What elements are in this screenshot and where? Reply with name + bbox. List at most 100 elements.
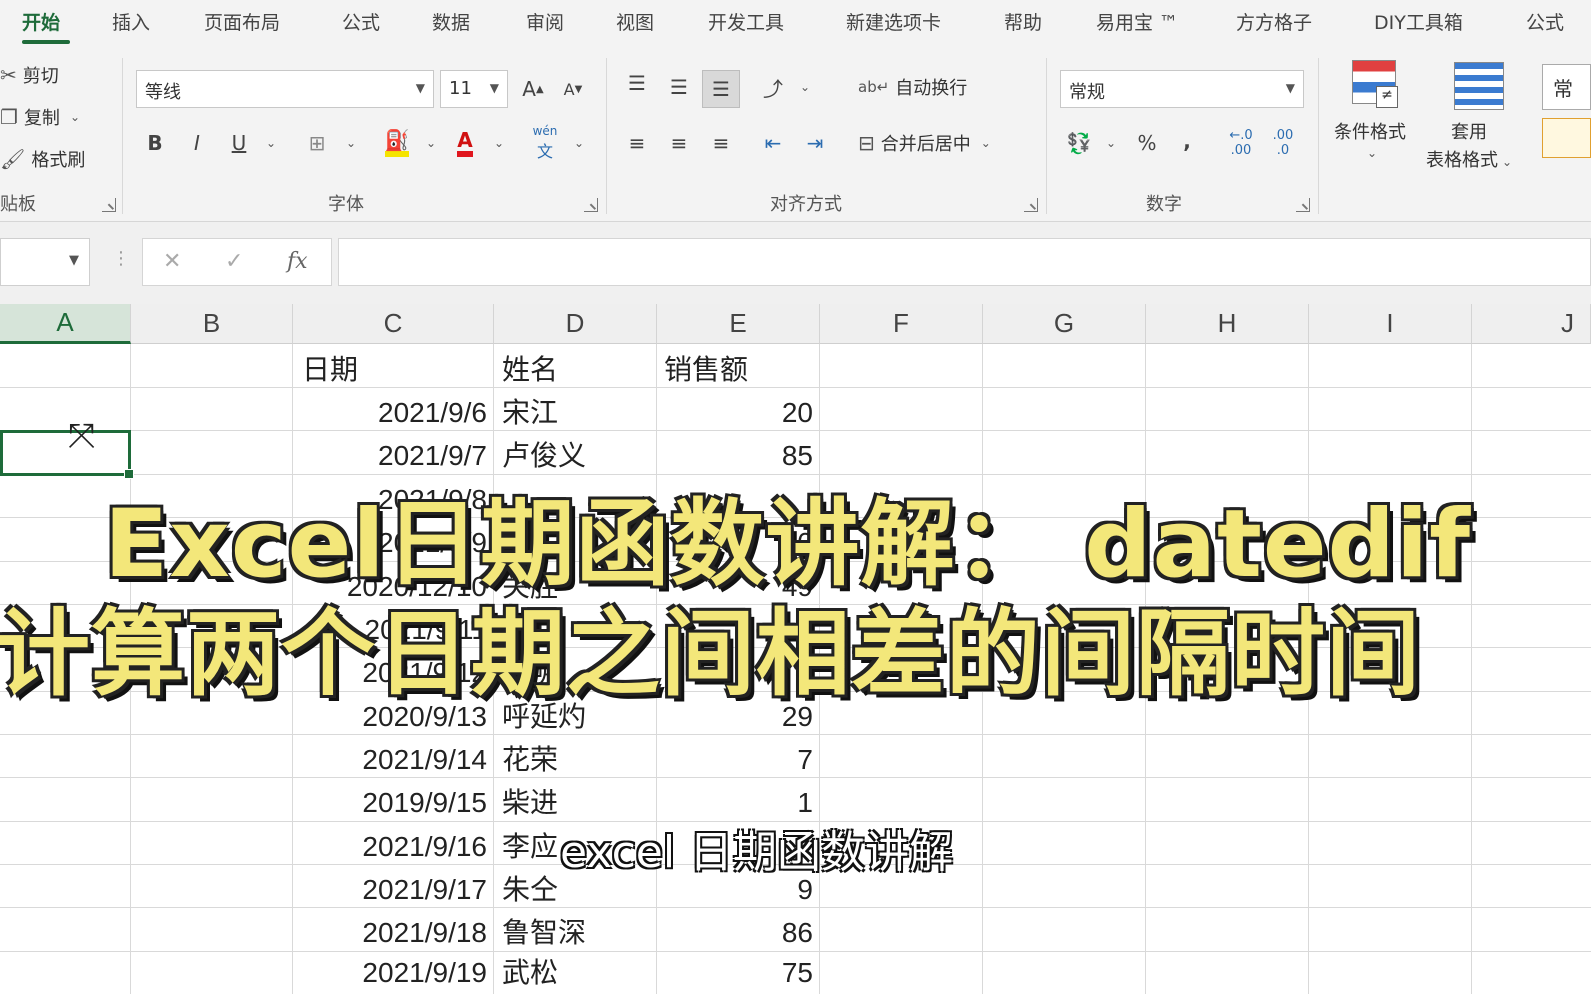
format-as-table-button[interactable]: 套用 表格格式 ⌄ bbox=[1426, 118, 1512, 172]
tab-review[interactable]: 审阅 bbox=[526, 8, 564, 35]
paint-bucket-icon: ⛽ bbox=[384, 129, 410, 157]
header-name[interactable]: 姓名 bbox=[502, 349, 558, 391]
column-header-i[interactable]: I bbox=[1309, 304, 1472, 344]
increase-font-size-button[interactable]: A ▲ bbox=[516, 72, 550, 106]
insert-function-icon[interactable]: fx bbox=[287, 249, 308, 274]
decrease-indent-button[interactable]: ⇤ bbox=[756, 126, 790, 160]
date-cell[interactable]: 2021/9/19 bbox=[293, 952, 487, 994]
tab-formulas-2[interactable]: 公式 bbox=[1526, 8, 1564, 35]
column-header-j[interactable]: J bbox=[1472, 304, 1591, 344]
name-cell[interactable]: 武松 bbox=[502, 952, 558, 994]
underline-button[interactable]: U bbox=[222, 126, 256, 160]
fill-color-button[interactable]: ⛽ bbox=[380, 126, 414, 160]
accounting-format-button[interactable]: 💱 bbox=[1062, 126, 1096, 160]
chevron-down-icon[interactable]: ⌄ bbox=[574, 136, 584, 150]
date-cell[interactable]: 2021/9/6 bbox=[293, 392, 487, 434]
date-cell[interactable]: 2021/9/14 bbox=[293, 739, 487, 781]
bold-button[interactable]: B bbox=[138, 126, 172, 160]
tab-insert[interactable]: 插入 bbox=[112, 8, 150, 35]
tab-view[interactable]: 视图 bbox=[616, 8, 654, 35]
chevron-down-icon: ⌄ bbox=[69, 110, 80, 124]
wrap-text-button[interactable]: ab↵ 自动换行 bbox=[858, 74, 967, 100]
font-color-button[interactable]: A bbox=[448, 126, 482, 160]
increase-indent-button[interactable]: ⇥ bbox=[798, 126, 832, 160]
copy-button[interactable]: ❐ 复制 ⌄ bbox=[0, 104, 80, 130]
orientation-button[interactable]: ⤴ bbox=[756, 70, 790, 104]
cell-style-calculation[interactable] bbox=[1542, 118, 1591, 158]
date-cell[interactable]: 2021/9/17 bbox=[293, 869, 487, 911]
tab-page-layout[interactable]: 页面布局 bbox=[204, 8, 280, 35]
name-cell[interactable]: 花荣 bbox=[502, 739, 558, 781]
chevron-down-icon[interactable]: ⌄ bbox=[494, 136, 504, 150]
column-header-g[interactable]: G bbox=[983, 304, 1146, 344]
tab-help[interactable]: 帮助 bbox=[1004, 8, 1042, 35]
chevron-down-icon[interactable]: ⌄ bbox=[266, 136, 276, 150]
phonetic-icon: wén bbox=[532, 124, 558, 138]
align-top-button[interactable]: ☰ bbox=[620, 66, 654, 100]
formula-input[interactable] bbox=[338, 238, 1591, 286]
column-header-b[interactable]: B bbox=[131, 304, 293, 344]
tab-diy-toolbox[interactable]: DIY工具箱 bbox=[1374, 8, 1463, 35]
font-size-select[interactable]: 11 ▼ bbox=[440, 70, 508, 108]
comma-style-button[interactable]: , bbox=[1170, 124, 1204, 158]
name-box[interactable]: ▼ bbox=[0, 238, 90, 286]
tab-formulas[interactable]: 公式 bbox=[342, 8, 380, 35]
chevron-down-icon[interactable]: ⌄ bbox=[426, 136, 436, 150]
cancel-icon[interactable]: ✕ bbox=[163, 249, 181, 274]
sales-cell[interactable]: 75 bbox=[657, 952, 813, 994]
align-middle-button[interactable]: ☰ bbox=[662, 70, 696, 104]
column-header-d[interactable]: D bbox=[494, 304, 657, 344]
column-header-e[interactable]: E bbox=[657, 304, 820, 344]
column-header-a[interactable]: A bbox=[0, 304, 131, 344]
enter-icon[interactable]: ✓ bbox=[225, 249, 243, 274]
conditional-formatting-button[interactable]: 条件格式 ⌄ bbox=[1334, 118, 1406, 160]
font-launcher-icon[interactable] bbox=[584, 198, 598, 212]
date-cell[interactable]: 2019/9/15 bbox=[293, 782, 487, 824]
phonetic-guide-button[interactable]: wén 文 bbox=[528, 124, 562, 161]
name-cell[interactable]: 柴进 bbox=[502, 782, 558, 824]
splitter-handle[interactable]: ⋮ bbox=[112, 248, 130, 269]
format-painter-button[interactable]: 🖌 格式刷 bbox=[0, 146, 85, 172]
tab-new-tab[interactable]: 新建选项卡 bbox=[846, 8, 941, 35]
italic-button[interactable]: I bbox=[180, 126, 214, 160]
name-cell[interactable]: 宋江 bbox=[502, 392, 558, 434]
chevron-down-icon[interactable]: ⌄ bbox=[800, 80, 810, 94]
name-cell[interactable]: 朱仝 bbox=[502, 869, 558, 911]
cell-style-normal[interactable]: 常 bbox=[1542, 64, 1591, 110]
align-right-button[interactable]: ≡ bbox=[704, 126, 738, 160]
column-header-c[interactable]: C bbox=[293, 304, 494, 344]
sales-cell[interactable]: 7 bbox=[657, 739, 813, 781]
tab-yiyongbao[interactable]: 易用宝 ™ bbox=[1096, 8, 1178, 35]
tab-data[interactable]: 数据 bbox=[432, 8, 470, 35]
name-cell[interactable]: 鲁智深 bbox=[502, 912, 586, 954]
merge-center-button[interactable]: ⊟ 合并后居中 ⌄ bbox=[858, 130, 991, 156]
column-header-f[interactable]: F bbox=[820, 304, 983, 344]
sales-cell[interactable]: 86 bbox=[657, 912, 813, 954]
borders-button[interactable]: ⊞ bbox=[300, 126, 334, 160]
percent-style-button[interactable]: % bbox=[1130, 126, 1164, 160]
number-launcher-icon[interactable] bbox=[1296, 198, 1310, 212]
clipboard-launcher-icon[interactable] bbox=[102, 198, 116, 212]
header-date[interactable]: 日期 bbox=[302, 349, 358, 391]
font-name-select[interactable]: 等线 ▼ bbox=[136, 70, 434, 108]
date-cell[interactable]: 2021/9/18 bbox=[293, 912, 487, 954]
chevron-down-icon[interactable]: ⌄ bbox=[346, 136, 356, 150]
number-format-select[interactable]: 常规 ▼ bbox=[1060, 70, 1304, 108]
decrease-decimal-button[interactable]: .00 .0 bbox=[1266, 126, 1300, 160]
header-sales[interactable]: 销售额 bbox=[664, 349, 748, 391]
name-cell[interactable]: 李应 bbox=[502, 826, 558, 868]
decrease-font-size-button[interactable]: A ▼ bbox=[556, 72, 590, 106]
sales-cell[interactable]: 20 bbox=[657, 392, 813, 434]
tab-developer[interactable]: 开发工具 bbox=[708, 8, 784, 35]
tab-fangfang-gezi[interactable]: 方方格子 bbox=[1236, 8, 1312, 35]
chevron-down-icon[interactable]: ⌄ bbox=[1106, 136, 1116, 150]
align-left-button[interactable]: ≡ bbox=[620, 126, 654, 160]
alignment-launcher-icon[interactable] bbox=[1024, 198, 1038, 212]
increase-decimal-button[interactable]: ←.0 .00 bbox=[1224, 126, 1258, 160]
cut-button[interactable]: ✂ 剪切 bbox=[0, 62, 59, 88]
align-bottom-button[interactable]: ☰ bbox=[702, 70, 740, 108]
column-header-h[interactable]: H bbox=[1146, 304, 1309, 344]
tab-home[interactable]: 开始 bbox=[22, 8, 60, 35]
align-center-button[interactable]: ≡ bbox=[662, 126, 696, 160]
date-cell[interactable]: 2021/9/16 bbox=[293, 826, 487, 868]
